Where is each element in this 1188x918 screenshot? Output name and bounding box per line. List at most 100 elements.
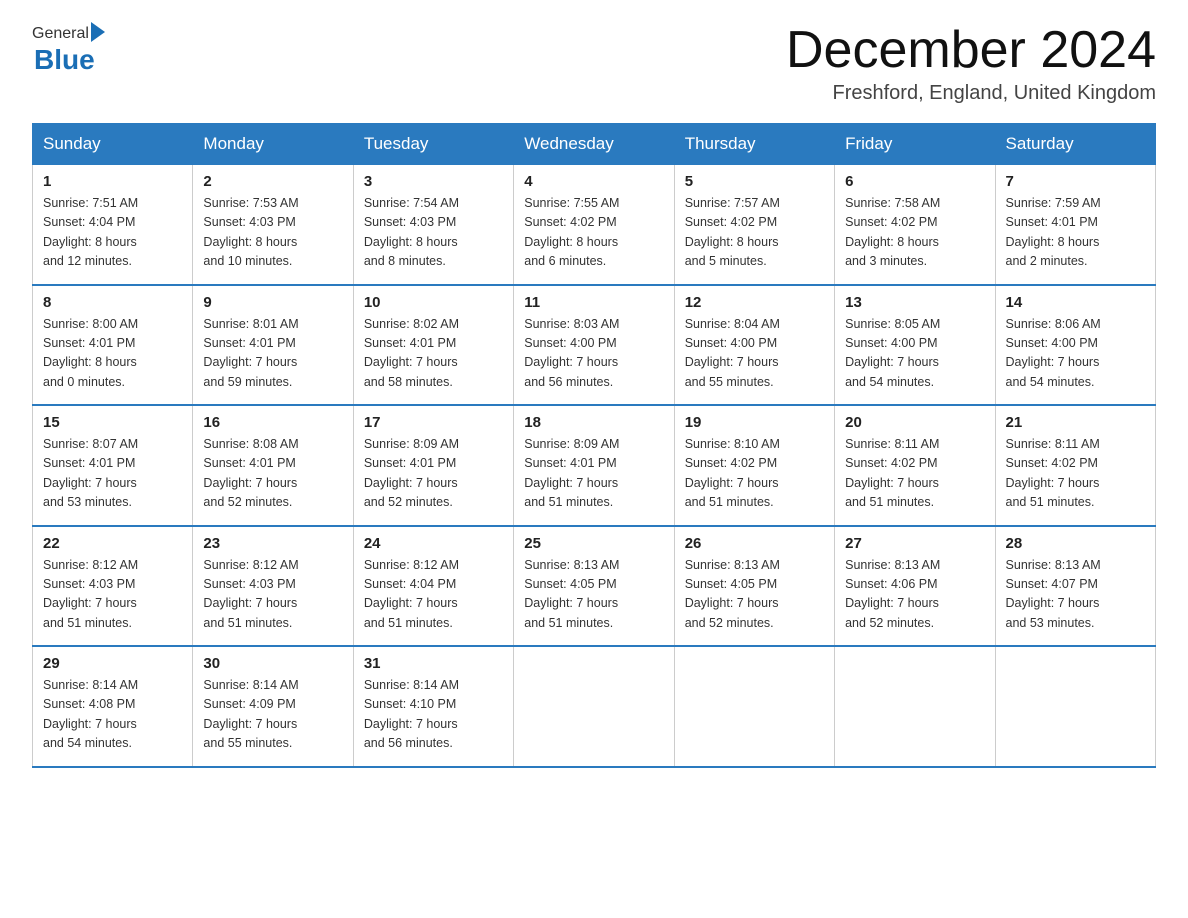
day-number: 3	[364, 173, 503, 190]
day-number: 2	[203, 173, 342, 190]
table-row: 17Sunrise: 8:09 AM Sunset: 4:01 PM Dayli…	[353, 405, 513, 526]
day-number: 28	[1006, 535, 1145, 552]
month-title: December 2024	[786, 24, 1156, 76]
day-number: 4	[524, 173, 663, 190]
table-row	[674, 646, 834, 767]
table-row: 20 Sunrise: 8:11 AM Sunset: 4:02 PM Dayli…	[835, 405, 995, 526]
table-row: 28 Sunrise: 8:13 AM Sunset: 4:07 PM Dayli…	[995, 526, 1155, 647]
table-row: 5 Sunrise: 7:57 AM Sunset: 4:02 PM Daylig…	[674, 165, 834, 285]
location: Freshford, England, United Kingdom	[786, 82, 1156, 105]
table-row: 8 Sunrise: 8:00 AM Sunset: 4:01 PM Daylig…	[33, 285, 193, 406]
calendar-body: 1Sunrise: 7:51 AM Sunset: 4:04 PM Daylig…	[33, 165, 1156, 767]
day-number: 30	[203, 655, 342, 672]
day-info: Sunrise: 8:04 AM Sunset: 4:00 PM Dayligh…	[685, 315, 824, 393]
table-row: 13Sunrise: 8:05 AM Sunset: 4:00 PM Dayli…	[835, 285, 995, 406]
day-info: Sunrise: 7:54 AM Sunset: 4:03 PM Dayligh…	[364, 194, 503, 272]
table-row: 19Sunrise: 8:10 AM Sunset: 4:02 PM Dayli…	[674, 405, 834, 526]
calendar-table: SundayMondayTuesdayWednesdayThursdayFrid…	[32, 123, 1156, 768]
day-info: Sunrise: 8:14 AM Sunset: 4:08 PM Dayligh…	[43, 676, 182, 754]
table-row: 16Sunrise: 8:08 AM Sunset: 4:01 PM Dayli…	[193, 405, 353, 526]
day-info: Sunrise: 8:05 AM Sunset: 4:00 PM Dayligh…	[845, 315, 984, 393]
day-number: 26	[685, 535, 824, 552]
day-number: 22	[43, 535, 182, 552]
day-number: 16	[203, 414, 342, 431]
day-number: 20	[845, 414, 984, 431]
logo-line1: General	[32, 24, 105, 44]
day-number: 8	[43, 294, 182, 311]
title-section: December 2024 Freshford, England, United…	[786, 24, 1156, 105]
table-row: 23Sunrise: 8:12 AM Sunset: 4:03 PM Dayli…	[193, 526, 353, 647]
table-row: 14Sunrise: 8:06 AM Sunset: 4:00 PM Dayli…	[995, 285, 1155, 406]
table-row: 9 Sunrise: 8:01 AM Sunset: 4:01 PM Daylig…	[193, 285, 353, 406]
day-number: 9	[203, 294, 342, 311]
table-row: 26 Sunrise: 8:13 AM Sunset: 4:05 PM Dayli…	[674, 526, 834, 647]
header-day-tuesday: Tuesday	[353, 124, 513, 165]
day-info: Sunrise: 8:01 AM Sunset: 4:01 PM Dayligh…	[203, 315, 342, 393]
day-info: Sunrise: 8:13 AM Sunset: 4:07 PM Dayligh…	[1006, 556, 1145, 634]
day-number: 23	[203, 535, 342, 552]
table-row: 6Sunrise: 7:58 AM Sunset: 4:02 PM Daylig…	[835, 165, 995, 285]
header-day-saturday: Saturday	[995, 124, 1155, 165]
day-info: Sunrise: 8:02 AM Sunset: 4:01 PM Dayligh…	[364, 315, 503, 393]
day-info: Sunrise: 7:53 AM Sunset: 4:03 PM Dayligh…	[203, 194, 342, 272]
table-row: 30 Sunrise: 8:14 AM Sunset: 4:09 PM Dayli…	[193, 646, 353, 767]
day-info: Sunrise: 8:10 AM Sunset: 4:02 PM Dayligh…	[685, 435, 824, 513]
day-number: 1	[43, 173, 182, 190]
table-row: 1Sunrise: 7:51 AM Sunset: 4:04 PM Daylig…	[33, 165, 193, 285]
day-number: 21	[1006, 414, 1145, 431]
logo-line2: Blue	[34, 44, 95, 76]
table-row	[995, 646, 1155, 767]
header-day-thursday: Thursday	[674, 124, 834, 165]
header-day-monday: Monday	[193, 124, 353, 165]
header-row: SundayMondayTuesdayWednesdayThursdayFrid…	[33, 124, 1156, 165]
header-day-friday: Friday	[835, 124, 995, 165]
table-row: 2 Sunrise: 7:53 AM Sunset: 4:03 PM Daylig…	[193, 165, 353, 285]
calendar-header: SundayMondayTuesdayWednesdayThursdayFrid…	[33, 124, 1156, 165]
header: General Blue December 2024 Freshford, En…	[32, 24, 1156, 105]
table-row: 22Sunrise: 8:12 AM Sunset: 4:03 PM Dayli…	[33, 526, 193, 647]
day-info: Sunrise: 7:57 AM Sunset: 4:02 PM Dayligh…	[685, 194, 824, 272]
page: General Blue December 2024 Freshford, En…	[0, 0, 1188, 792]
day-number: 6	[845, 173, 984, 190]
logo-arrow-icon	[91, 22, 105, 42]
table-row: 21 Sunrise: 8:11 AM Sunset: 4:02 PM Dayli…	[995, 405, 1155, 526]
week-row-1: 1Sunrise: 7:51 AM Sunset: 4:04 PM Daylig…	[33, 165, 1156, 285]
day-number: 7	[1006, 173, 1145, 190]
week-row-5: 29Sunrise: 8:14 AM Sunset: 4:08 PM Dayli…	[33, 646, 1156, 767]
day-info: Sunrise: 8:13 AM Sunset: 4:05 PM Dayligh…	[685, 556, 824, 634]
day-number: 18	[524, 414, 663, 431]
day-info: Sunrise: 8:07 AM Sunset: 4:01 PM Dayligh…	[43, 435, 182, 513]
day-info: Sunrise: 8:14 AM Sunset: 4:10 PM Dayligh…	[364, 676, 503, 754]
table-row: 15Sunrise: 8:07 AM Sunset: 4:01 PM Dayli…	[33, 405, 193, 526]
table-row: 29Sunrise: 8:14 AM Sunset: 4:08 PM Dayli…	[33, 646, 193, 767]
table-row: 18 Sunrise: 8:09 AM Sunset: 4:01 PM Dayli…	[514, 405, 674, 526]
day-number: 5	[685, 173, 824, 190]
day-number: 27	[845, 535, 984, 552]
table-row: 31 Sunrise: 8:14 AM Sunset: 4:10 PM Dayli…	[353, 646, 513, 767]
day-number: 10	[364, 294, 503, 311]
day-info: Sunrise: 8:11 AM Sunset: 4:02 PM Dayligh…	[1006, 435, 1145, 513]
day-info: Sunrise: 8:13 AM Sunset: 4:06 PM Dayligh…	[845, 556, 984, 634]
day-info: Sunrise: 7:55 AM Sunset: 4:02 PM Dayligh…	[524, 194, 663, 272]
day-info: Sunrise: 8:12 AM Sunset: 4:04 PM Dayligh…	[364, 556, 503, 634]
table-row: 24Sunrise: 8:12 AM Sunset: 4:04 PM Dayli…	[353, 526, 513, 647]
day-info: Sunrise: 8:00 AM Sunset: 4:01 PM Dayligh…	[43, 315, 182, 393]
day-info: Sunrise: 8:09 AM Sunset: 4:01 PM Dayligh…	[524, 435, 663, 513]
day-number: 31	[364, 655, 503, 672]
week-row-4: 22Sunrise: 8:12 AM Sunset: 4:03 PM Dayli…	[33, 526, 1156, 647]
day-info: Sunrise: 8:06 AM Sunset: 4:00 PM Dayligh…	[1006, 315, 1145, 393]
day-number: 12	[685, 294, 824, 311]
table-row: 11Sunrise: 8:03 AM Sunset: 4:00 PM Dayli…	[514, 285, 674, 406]
week-row-3: 15Sunrise: 8:07 AM Sunset: 4:01 PM Dayli…	[33, 405, 1156, 526]
day-info: Sunrise: 8:11 AM Sunset: 4:02 PM Dayligh…	[845, 435, 984, 513]
day-info: Sunrise: 8:14 AM Sunset: 4:09 PM Dayligh…	[203, 676, 342, 754]
day-number: 25	[524, 535, 663, 552]
header-day-sunday: Sunday	[33, 124, 193, 165]
table-row: 10 Sunrise: 8:02 AM Sunset: 4:01 PM Dayli…	[353, 285, 513, 406]
day-info: Sunrise: 8:03 AM Sunset: 4:00 PM Dayligh…	[524, 315, 663, 393]
week-row-2: 8 Sunrise: 8:00 AM Sunset: 4:01 PM Daylig…	[33, 285, 1156, 406]
day-info: Sunrise: 8:13 AM Sunset: 4:05 PM Dayligh…	[524, 556, 663, 634]
day-info: Sunrise: 8:09 AM Sunset: 4:01 PM Dayligh…	[364, 435, 503, 513]
table-row: 3 Sunrise: 7:54 AM Sunset: 4:03 PM Daylig…	[353, 165, 513, 285]
table-row: 7Sunrise: 7:59 AM Sunset: 4:01 PM Daylig…	[995, 165, 1155, 285]
